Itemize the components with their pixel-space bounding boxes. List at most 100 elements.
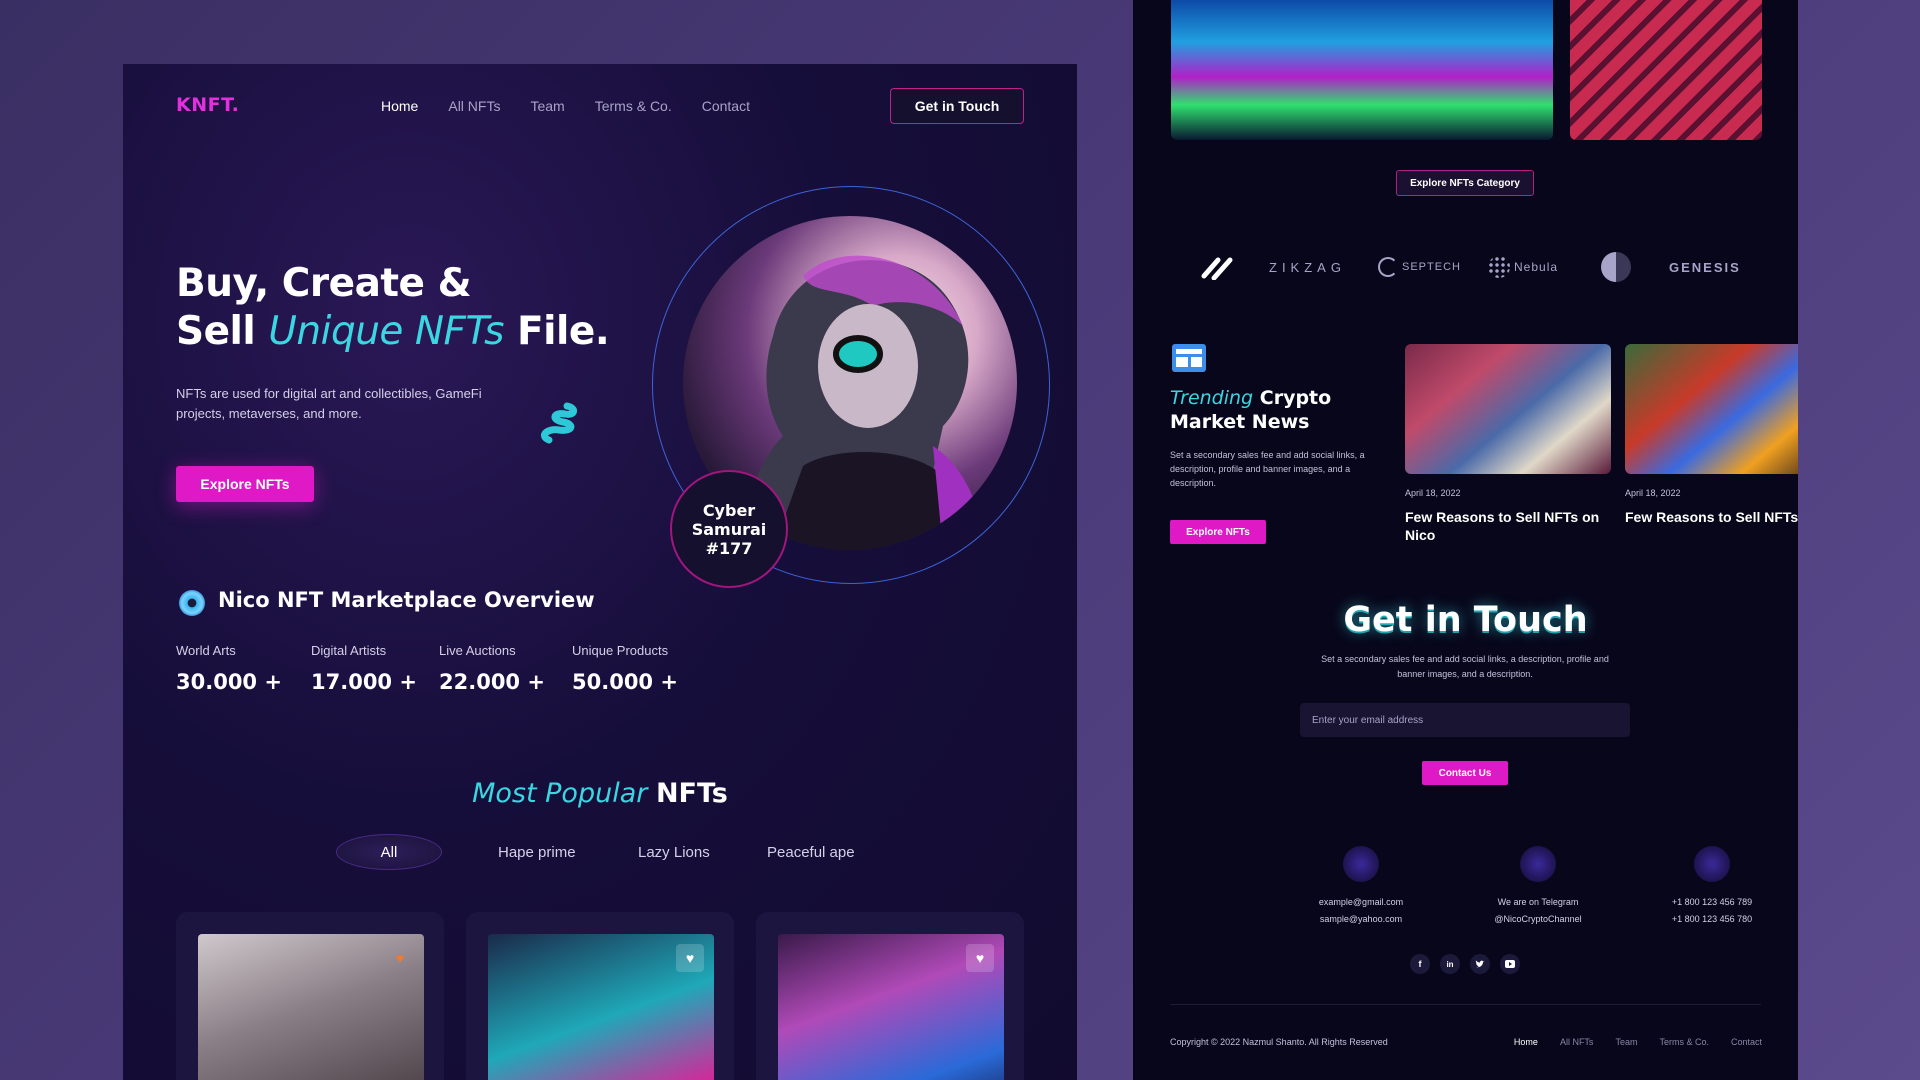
septech-icon [1378, 257, 1398, 277]
contact-info-line[interactable]: example@gmail.com [1291, 894, 1431, 911]
explore-nfts-button[interactable]: Explore NFTs [176, 466, 314, 502]
nav-home[interactable]: Home [381, 98, 418, 114]
article-date: April 18, 2022 [1405, 488, 1461, 498]
youtube-icon[interactable] [1500, 954, 1520, 974]
article-thumbnail [1625, 344, 1798, 474]
heart-icon[interactable]: ♥ [676, 944, 704, 972]
nft-card-image: ♥ [488, 934, 714, 1080]
footer-nav-team[interactable]: Team [1615, 1037, 1637, 1047]
contact-info-line[interactable]: +1 800 123 456 780 [1642, 911, 1782, 928]
contact-info-line[interactable]: @NicoCryptoChannel [1468, 911, 1608, 928]
phone-icon [1694, 846, 1730, 882]
half-circle-icon [1601, 252, 1631, 282]
stat-value: 50.000 + [572, 670, 678, 694]
stat-unique-products: Unique Products 50.000 + [572, 643, 678, 694]
landing-page-left: KNFT. Home All NFTs Team Terms & Co. Con… [123, 64, 1077, 1080]
stat-live-auctions: Live Auctions 22.000 + [439, 643, 545, 694]
stat-label: Digital Artists [311, 643, 387, 658]
news-title-bold: Crypto [1259, 387, 1332, 409]
brand-logo[interactable]: KNFT. [176, 94, 239, 116]
brand-nebula-label: Nebula [1514, 260, 1559, 274]
stat-value: 30.000 + [176, 670, 282, 694]
news-explore-button[interactable]: Explore NFTs [1170, 520, 1266, 544]
collection-tabs: All Hape prime Lazy Lions Peaceful ape [123, 834, 1077, 870]
contact-title: Get in Touch [1343, 600, 1588, 640]
hero-description: NFTs are used for digital art and collec… [176, 386, 482, 421]
facebook-icon[interactable]: f [1410, 954, 1430, 974]
explore-category-button[interactable]: Explore NFTs Category [1396, 170, 1534, 196]
hero-title: Buy, Create & Sell Unique NFTs File. [176, 260, 610, 356]
popular-title-bold: NFTs [655, 778, 728, 809]
nav-contact[interactable]: Contact [702, 98, 750, 114]
brand-genesis: GENESIS [1669, 259, 1741, 275]
tab-all[interactable]: All [336, 834, 442, 870]
news-grid-icon [1172, 344, 1206, 372]
brand-septech-label: SEPTECH [1402, 261, 1461, 273]
nav-all-nfts[interactable]: All NFTs [448, 98, 500, 114]
nebula-icon [1488, 256, 1510, 278]
nft-card[interactable]: ♥ [756, 912, 1024, 1080]
overview-title: Nico NFT Marketplace Overview [218, 588, 595, 612]
nft-card-image: ♥ [198, 934, 424, 1080]
linkedin-icon[interactable]: in [1440, 954, 1460, 974]
news-article[interactable]: April 18, 2022 Few Reasons to Sell NFTs … [1405, 344, 1611, 544]
contact-description: Set a secondary sales fee and add social… [1321, 654, 1609, 679]
stat-label: World Arts [176, 643, 236, 658]
article-title[interactable]: Few Reasons to Sell NFTs on Nico [1405, 508, 1611, 544]
contact-info-line[interactable]: +1 800 123 456 789 [1642, 894, 1782, 911]
nft-card[interactable]: ♥ [466, 912, 734, 1080]
get-in-touch-button[interactable]: Get in Touch [890, 88, 1024, 124]
stat-world-arts: World Arts 30.000 + [176, 643, 282, 694]
twitter-icon[interactable] [1470, 954, 1490, 974]
copyright-text: Copyright © 2022 Nazmul Shanto. All Righ… [1170, 1037, 1388, 1047]
footer-nav-terms[interactable]: Terms & Co. [1659, 1037, 1709, 1047]
featured-nft-badge: Cyber Samurai #177 [670, 470, 788, 588]
stat-label: Live Auctions [439, 643, 516, 658]
popular-title-italic: Most Popular [472, 778, 648, 809]
contact-info-line[interactable]: sample@yahoo.com [1291, 911, 1431, 928]
article-date: April 18, 2022 [1625, 488, 1681, 498]
hero-title-line2-a: Sell [176, 309, 269, 354]
heart-icon[interactable]: ♥ [386, 944, 414, 972]
tab-lazy-lions[interactable]: Lazy Lions [638, 844, 710, 861]
article-thumbnail [1405, 344, 1611, 474]
telegram-icon [1520, 846, 1556, 882]
stat-digital-artists: Digital Artists 17.000 + [311, 643, 417, 694]
nav-team[interactable]: Team [530, 98, 564, 114]
footer-nav: Home All NFTs Team Terms & Co. Contact [1514, 1037, 1762, 1047]
footer-nav-home[interactable]: Home [1514, 1037, 1538, 1047]
hero-title-highlight: Unique NFTs [268, 309, 504, 354]
contact-us-button[interactable]: Contact Us [1422, 761, 1508, 785]
nav-terms[interactable]: Terms & Co. [595, 98, 672, 114]
popular-nfts-title: Most Popular NFTs [123, 778, 1077, 809]
partner-logos: ZIKZAG SEPTECH Nebula GENESIS [1133, 252, 1798, 282]
brand-half-circle [1601, 252, 1631, 282]
main-nav: Home All NFTs Team Terms & Co. Contact [381, 98, 750, 114]
contact-email-info: example@gmail.com sample@yahoo.com [1291, 846, 1431, 928]
footer-nav-contact[interactable]: Contact [1731, 1037, 1762, 1047]
news-title-italic: Trending [1170, 387, 1254, 409]
contact-telegram-info: We are on Telegram @NicoCryptoChannel [1468, 846, 1608, 928]
email-icon [1343, 846, 1379, 882]
stadium-seats-image [1570, 0, 1762, 140]
footer-nav-all-nfts[interactable]: All NFTs [1560, 1037, 1594, 1047]
slash-brand-icon [1201, 257, 1233, 280]
tab-hape-prime[interactable]: Hape prime [498, 844, 576, 861]
article-title[interactable]: Few Reasons to Sell NFTs on Nico [1625, 508, 1798, 526]
footer-divider [1170, 1004, 1761, 1005]
tab-peaceful-ape[interactable]: Peaceful ape [767, 844, 855, 861]
landing-page-right: Explore NFTs Category ZIKZAG SEPTECH Neb… [1133, 0, 1798, 1080]
concert-image [1171, 0, 1553, 140]
heart-icon[interactable]: ♥ [966, 944, 994, 972]
news-title-line2: Market News [1170, 411, 1310, 433]
contact-info-line: We are on Telegram [1497, 897, 1579, 907]
nft-card[interactable]: ♥ [176, 912, 444, 1080]
stat-value: 17.000 + [311, 670, 417, 694]
news-article[interactable]: April 18, 2022 Few Reasons to Sell NFTs … [1625, 344, 1798, 526]
brand-septech: SEPTECH [1378, 257, 1461, 277]
brand-zikzag: ZIKZAG [1269, 259, 1346, 275]
brand-nebula: Nebula [1488, 256, 1558, 278]
social-links: f in [1410, 954, 1520, 974]
email-input[interactable] [1300, 703, 1630, 737]
spring-3d-icon [541, 402, 577, 444]
